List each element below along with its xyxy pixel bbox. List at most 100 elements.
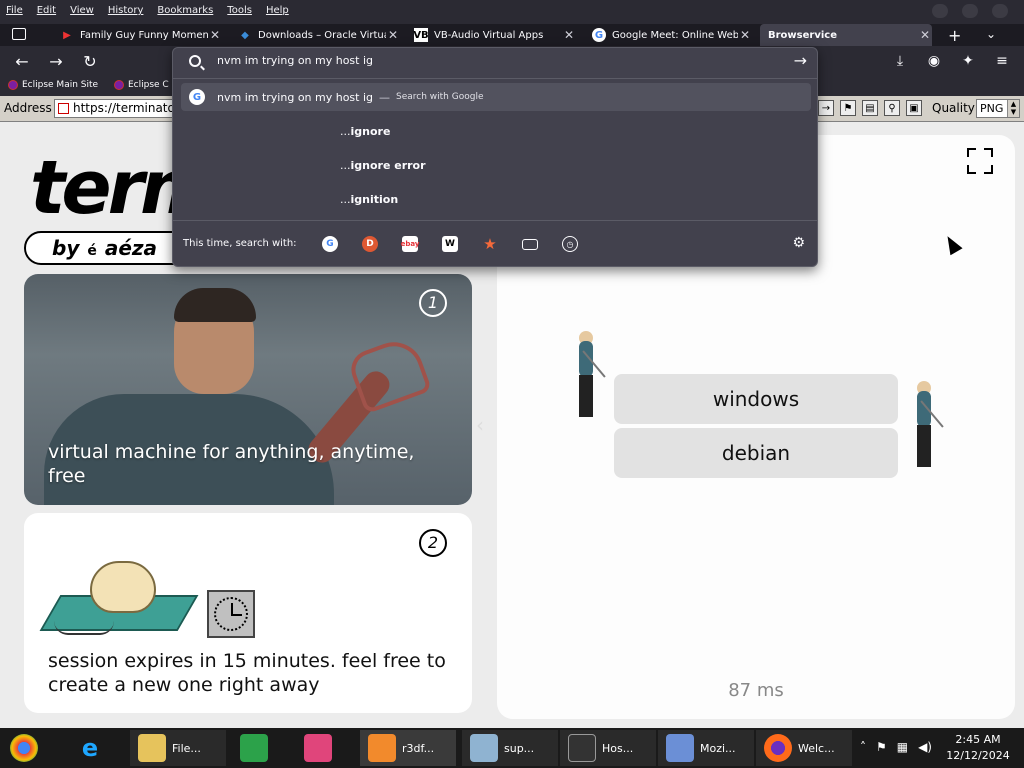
taskbar-app-hos[interactable]: Hos... [560,730,656,766]
session-card: 2 session expires in 15 minutes. feel fr… [24,513,472,713]
taskbar-app-sup[interactable]: sup... [462,730,558,766]
new-tab-icon[interactable]: + [948,26,961,45]
urlbar-input[interactable]: nvm im trying on my host ig [217,54,757,67]
close-tab-icon[interactable]: ✕ [562,28,576,42]
suggestion-search-google[interactable]: G nvm im trying on my host ig — Search w… [181,83,811,111]
menu-tools[interactable]: Tools [227,5,252,16]
windows-button[interactable]: windows [614,374,898,424]
vb-audio-icon: VB [413,28,429,42]
menu-history[interactable]: History [108,5,144,16]
firefox-dev-icon [368,734,396,762]
tab-vb-audio[interactable]: VB VB-Audio Virtual Apps ✕ [406,24,576,46]
taskbar-app-label: sup... [504,741,535,755]
byline-logo: é [87,243,97,259]
eclipse-icon [8,80,18,90]
session-caption: session expires in 15 minutes. feel free… [48,650,446,696]
menu-view[interactable]: View [70,5,94,16]
bookmark-label: Eclipse Main Site [22,80,99,90]
close-tab-icon[interactable]: ✕ [738,28,752,42]
back-icon[interactable]: ← [12,51,32,71]
bookmarks-star-icon[interactable]: ★ [482,235,498,253]
tab-strip: ▶ Family Guy Funny Moment ✕ ◆ Downloads … [0,24,1024,46]
suggestion-separator: — [379,90,391,104]
tray-chevron-icon[interactable]: ˄ [860,740,866,754]
menu-help[interactable]: Help [266,5,289,16]
extensions-icon[interactable]: ✦ [958,51,978,71]
close-tab-icon[interactable]: ✕ [386,28,400,42]
terminal-icon [568,734,596,762]
suggestion-ignore-error[interactable]: ... ignore error [181,151,811,179]
fullscreen-icon[interactable] [967,148,993,174]
suggestion-text: ignore error [350,158,426,172]
close-window-button[interactable] [992,4,1008,18]
go-icon[interactable]: → [818,100,834,116]
suggestion-prefix: ... [340,158,351,172]
reload-icon[interactable]: ↻ [80,51,100,71]
find-icon[interactable]: ⚲ [884,100,900,116]
bookmark-eclipse-main[interactable]: Eclipse Main Site [8,80,98,90]
close-tab-icon[interactable]: ✕ [918,28,932,42]
quality-select[interactable]: PNG ▲ ▼ [976,99,1020,118]
menu-file[interactable]: File [6,5,23,16]
close-tab-icon[interactable]: ✕ [208,28,222,42]
taskbar-clock[interactable]: 2:45 AM 12/12/2024 [938,732,1018,764]
taskbar-app-welc[interactable]: Welc... [756,730,852,766]
footer-divider [173,220,817,221]
byline-brand: aéza [104,236,158,260]
google-icon[interactable]: G [322,236,338,252]
tab-downloads[interactable]: ◆ Downloads – Oracle Virtual ✕ [230,24,400,46]
menu-bookmarks[interactable]: Bookmarks [157,5,213,16]
taskbar-app-mozi[interactable]: Mozi... [658,730,754,766]
debian-button[interactable]: debian [614,428,898,478]
ebay-icon[interactable]: ebay [401,236,419,252]
tabs-icon[interactable] [522,239,538,250]
step-number-badge: 1 [419,289,447,317]
maximize-button[interactable] [962,4,978,18]
suggestion-ignition[interactable]: ... ignition [181,185,811,213]
history-icon[interactable]: ◷ [562,236,578,252]
taskbar-app-r3df[interactable]: r3df... [360,730,456,766]
suggestion-ignore[interactable]: ... ignore [181,117,811,145]
store-button[interactable] [232,730,274,766]
golfer-icon [569,331,609,421]
pinned-app-button[interactable] [296,730,338,766]
terminator-hair [174,288,256,322]
download-icon[interactable]: ▣ [906,100,922,116]
gear-icon[interactable]: ⚙ [792,235,805,251]
tab-family-guy[interactable]: ▶ Family Guy Funny Moment ✕ [52,24,222,46]
minimize-button[interactable] [932,4,948,18]
address-label: Address [4,101,52,115]
ie-button[interactable]: e [68,730,110,766]
go-arrow-icon[interactable]: → [794,51,807,70]
tab-browservice[interactable]: Browservice ✕ [760,24,932,46]
taskbar-app-label: Mozi... [700,741,736,755]
taskbar-app-files[interactable]: File... [130,730,226,766]
menu-edit[interactable]: Edit [37,5,56,16]
duckduckgo-icon[interactable]: D [362,236,378,252]
quality-value: PNG [980,102,1004,115]
network-icon[interactable]: ▦ [897,740,908,754]
tab-google-meet[interactable]: G Google Meet: Online Web a ✕ [584,24,752,46]
chevron-left-icon: ‹ [476,413,484,437]
quality-spinner[interactable]: ▲ ▼ [1007,100,1019,117]
volume-icon[interactable]: ◀) [918,740,932,754]
firefox-view-icon[interactable] [12,28,26,40]
list-tabs-icon[interactable]: ⌄ [986,27,996,41]
menu-bar: File Edit View History Bookmarks Tools H… [0,0,1024,24]
vm-card[interactable]: 1 virtual machine for anything, anytime,… [24,274,472,505]
clipboard-icon[interactable]: ▤ [862,100,878,116]
hamburger-menu-icon[interactable]: ≡ [992,51,1012,71]
start-button[interactable] [6,730,44,766]
address-field[interactable]: https://terminator [54,99,174,118]
search-icon [189,55,201,67]
bookmark-icon[interactable]: ⚑ [840,100,856,116]
bookmark-eclipse-c[interactable]: Eclipse C [114,80,169,90]
address-value: https://terminator [73,101,174,115]
byline-by: by [52,236,80,260]
account-icon[interactable]: ◉ [924,51,944,71]
mouse-cord [54,621,114,635]
forward-icon[interactable]: → [46,51,66,71]
wikipedia-icon[interactable]: W [442,236,458,252]
downloads-icon[interactable]: ⤓ [890,51,910,71]
flag-icon[interactable]: ⚑ [876,740,887,754]
